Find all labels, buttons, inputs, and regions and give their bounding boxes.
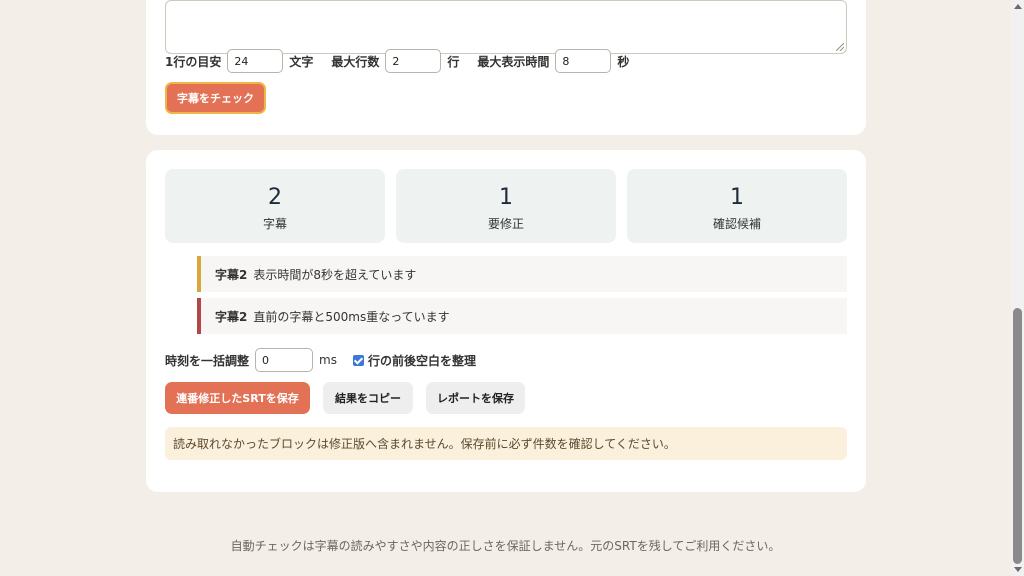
max-lines-label: 最大行数 (331, 54, 380, 69)
stat-value: 2 (268, 185, 282, 210)
resize-grip-icon[interactable] (836, 43, 844, 51)
scroll-thumb[interactable] (1013, 308, 1022, 564)
scrollbar[interactable] (1011, 0, 1024, 576)
footer-disclaimer: 自動チェックは字幕の読みやすさや内容の正しさを保証しません。元のSRTを残してご… (230, 539, 781, 553)
save-report-button[interactable]: レポートを保存 (426, 382, 525, 414)
stat-value: 1 (499, 185, 513, 210)
line-length-label: 1行の目安 (165, 54, 222, 69)
trim-whitespace-label[interactable]: 行の前後空白を整理 (368, 352, 476, 369)
line-length-input[interactable] (227, 49, 284, 73)
settings-row: 1行の目安 文字 最大行数 行 最大表示時間 秒 (165, 48, 647, 74)
issue-message: 直前の字幕と500ms重なっています (253, 309, 450, 324)
max-duration-label: 最大表示時間 (477, 54, 550, 69)
offset-unit: ms (319, 353, 337, 367)
warning-notice: 読み取れなかったブロックは修正版へ含まれません。保存前に必ず件数を確認してくださ… (165, 427, 847, 460)
max-lines-unit: 行 (447, 54, 460, 69)
results-card: 2 字幕 1 要修正 1 確認候補 字幕2 表示時間が8秒を超えています 字幕2… (146, 150, 866, 492)
max-lines-input[interactable] (385, 49, 442, 73)
issue-item-warning: 字幕2 表示時間が8秒を超えています (197, 256, 847, 292)
issue-message: 表示時間が8秒を超えています (253, 267, 417, 282)
settings-card: 1行の目安 文字 最大行数 行 最大表示時間 秒 字幕をチェック (146, 0, 866, 135)
srt-textarea[interactable] (165, 0, 847, 54)
copy-results-button[interactable]: 結果をコピー (323, 382, 413, 414)
issue-item-error: 字幕2 直前の字幕と500ms重なっています (197, 298, 847, 334)
stat-caption: 確認候補 (712, 217, 761, 231)
scroll-down-icon[interactable] (1014, 567, 1022, 572)
scroll-up-icon[interactable] (1014, 4, 1022, 9)
stat-review: 1 確認候補 (627, 169, 847, 243)
stat-caption: 字幕 (262, 217, 287, 231)
max-duration-input[interactable] (555, 49, 612, 73)
save-srt-button[interactable]: 連番修正したSRTを保存 (165, 382, 310, 414)
line-length-unit: 文字 (289, 54, 314, 69)
offset-input[interactable] (255, 348, 314, 372)
trim-whitespace-checkbox[interactable] (352, 354, 364, 366)
offset-row: 時刻を一括調整 ms 行の前後空白を整理 (165, 347, 476, 373)
issue-tag: 字幕2 (215, 267, 248, 282)
offset-label: 時刻を一括調整 (165, 353, 250, 368)
max-duration-unit: 秒 (617, 54, 630, 69)
stat-subtitles: 2 字幕 (165, 169, 385, 243)
page: 1行の目安 文字 最大行数 行 最大表示時間 秒 字幕をチェック 2 字幕 1 … (0, 0, 1024, 576)
check-subtitles-button[interactable]: 字幕をチェック (165, 82, 266, 114)
stat-caption: 要修正 (487, 217, 524, 231)
stat-value: 1 (730, 185, 744, 210)
stat-needs-fix: 1 要修正 (396, 169, 616, 243)
issue-tag: 字幕2 (215, 309, 248, 324)
